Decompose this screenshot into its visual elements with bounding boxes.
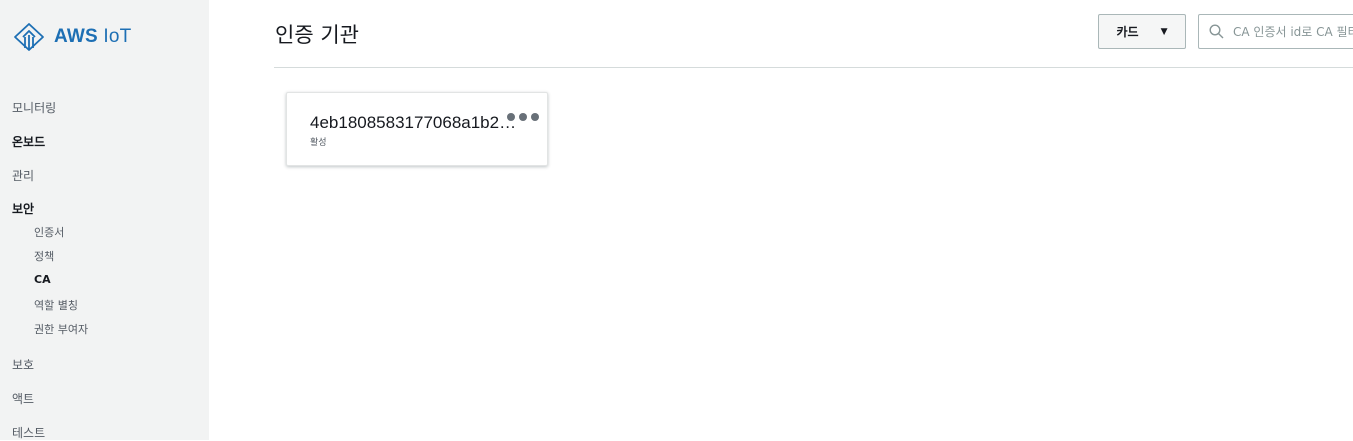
sidebar-item-onboard[interactable]: 온보드 — [12, 133, 45, 150]
ca-card-title[interactable]: 4eb1808583177068a1b2c3d4e5f6 — [310, 113, 520, 133]
sidebar-subitem-certificates[interactable]: 인증서 — [34, 224, 64, 240]
sidebar-subitem-authorizers[interactable]: 권한 부여자 — [34, 321, 88, 337]
sidebar-item-monitor[interactable]: 모니터링 — [12, 99, 56, 116]
sidebar-subitem-ca[interactable]: CA — [34, 273, 51, 286]
more-options-icon[interactable] — [507, 111, 549, 123]
sidebar-item-secure[interactable]: 보안 — [12, 200, 34, 217]
menu-dot — [531, 113, 539, 121]
sidebar-item-defend[interactable]: 보호 — [12, 356, 34, 373]
ca-card-status: 활성 — [310, 138, 327, 148]
ca-card[interactable]: 4eb1808583177068a1b2c3d4e5f6 활성 — [286, 92, 548, 166]
page-title: 인증 기관 — [275, 23, 359, 47]
sidebar-item-act[interactable]: 액트 — [12, 390, 34, 407]
view-mode-dropdown[interactable]: 카드 ▼ — [1098, 14, 1186, 49]
caret-down-icon: ▼ — [1160, 26, 1168, 37]
menu-dot — [507, 113, 515, 121]
search-icon — [1209, 24, 1224, 39]
menu-dot — [519, 113, 527, 121]
brand-name: AWS IoT — [54, 26, 132, 47]
sidebar-subitem-policies[interactable]: 정책 — [34, 248, 54, 264]
search-box[interactable] — [1198, 14, 1353, 49]
sidebar: AWS IoT 모니터링 온보드 관리 보안 인증서 정책 CA 역할 별칭 권… — [0, 0, 209, 440]
search-input[interactable] — [1231, 23, 1353, 40]
view-mode-label: 카드 — [1116, 25, 1139, 39]
sidebar-item-manage[interactable]: 관리 — [12, 167, 34, 184]
aws-iot-logo-icon — [14, 23, 44, 51]
sidebar-item-test[interactable]: 테스트 — [12, 424, 45, 441]
header-divider — [274, 67, 1353, 68]
brand-logo[interactable]: AWS IoT — [12, 22, 131, 52]
sidebar-subitem-role-aliases[interactable]: 역할 별칭 — [34, 297, 78, 313]
